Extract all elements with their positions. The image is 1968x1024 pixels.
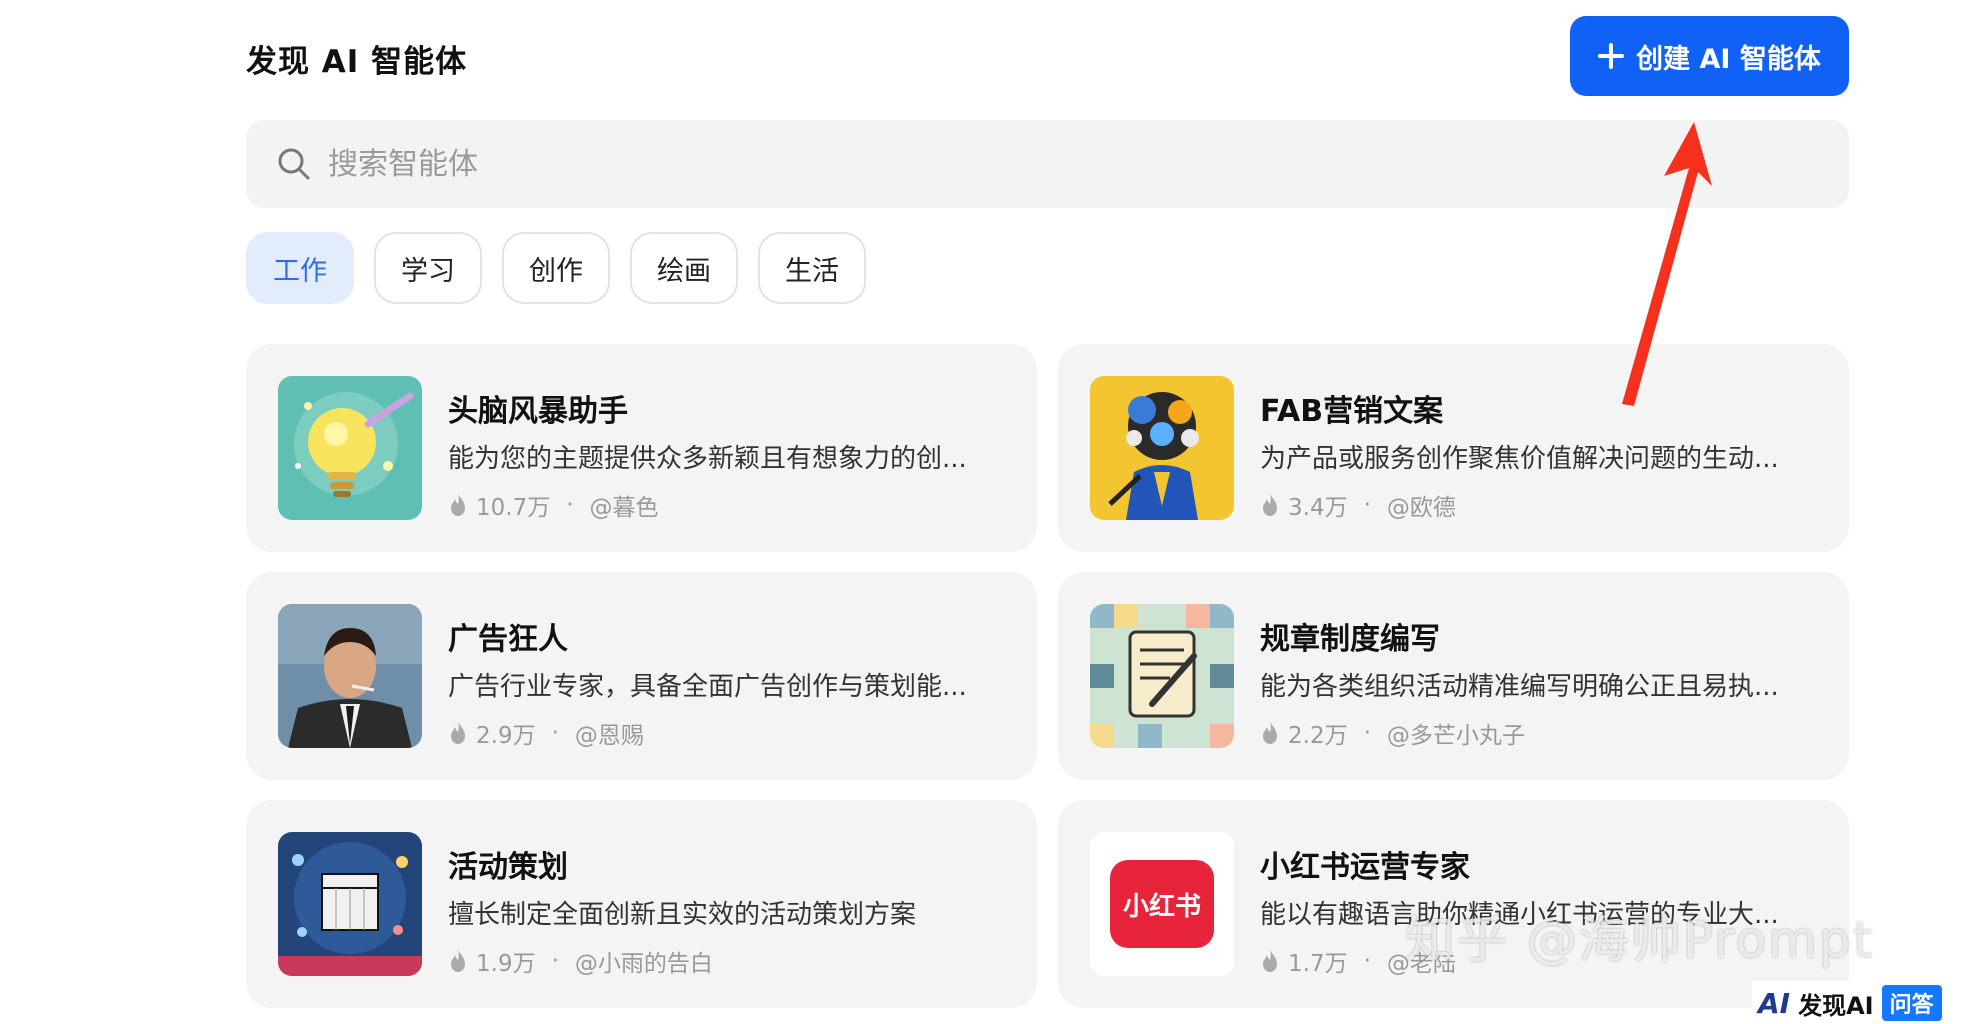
agent-description: 擅长制定全面创新且实效的活动策划方案 xyxy=(448,900,917,930)
author-link[interactable]: @恩赐 xyxy=(575,716,644,750)
agent-discovery-page: 发现 AI 智能体 创建 AI 智能体 工作 学习 创作 绘画 生活 xyxy=(0,0,1968,1024)
xiaohongshu-logo-text: 小红书 xyxy=(1122,891,1201,922)
usage-count: 2.2万 xyxy=(1288,723,1348,749)
qa-badge: 问答 xyxy=(1881,985,1942,1021)
agent-description: 广告行业专家，具备全面广告创作与策划能... xyxy=(448,672,967,702)
site-badge: AI 发现AI 问答 xyxy=(1752,981,1948,1024)
category-tabs: 工作 学习 创作 绘画 生活 xyxy=(246,232,866,304)
author-link[interactable]: @小雨的告白 xyxy=(575,944,713,978)
separator-dot: · xyxy=(551,720,559,746)
agent-description: 能为您的主题提供众多新颖且有想象力的创... xyxy=(448,444,967,474)
tab-work[interactable]: 工作 xyxy=(246,232,354,304)
agent-description: 能为各类组织活动精准编写明确公正且易执... xyxy=(1260,672,1779,702)
agent-meta: 3.4万 · @欧德 xyxy=(1260,488,1456,522)
agent-name: 小红书运营专家 xyxy=(1260,850,1470,885)
site-name: 发现AI xyxy=(1798,991,1874,1020)
agent-name: 规章制度编写 xyxy=(1260,622,1440,657)
agent-card[interactable]: 头脑风暴助手 能为您的主题提供众多新颖且有想象力的创... 10.7万 · @暮… xyxy=(246,344,1037,552)
agent-meta: 10.7万 · @暮色 xyxy=(448,488,659,522)
agent-name: 广告狂人 xyxy=(448,622,568,657)
separator-dot: · xyxy=(1363,948,1371,974)
fire-icon xyxy=(451,950,465,972)
xiaohongshu-logo-icon: 小红书 xyxy=(1090,832,1234,976)
agent-name: FAB营销文案 xyxy=(1260,394,1444,429)
fire-icon xyxy=(451,722,465,744)
fire-icon xyxy=(451,494,465,516)
agent-card[interactable]: 活动策划 擅长制定全面创新且实效的活动策划方案 1.9万 · @小雨的告白 xyxy=(246,800,1037,1008)
agent-description: 为产品或服务创作聚焦价值解决问题的生动... xyxy=(1260,444,1779,474)
tab-drawing[interactable]: 绘画 xyxy=(630,232,738,304)
separator-dot: · xyxy=(1363,492,1371,518)
lightbulb-icon xyxy=(278,376,422,520)
separator-dot: · xyxy=(551,948,559,974)
agent-name: 头脑风暴助手 xyxy=(448,394,628,429)
agent-card[interactable]: 广告狂人 广告行业专家，具备全面广告创作与策划能... 2.9万 · @恩赐 xyxy=(246,572,1037,780)
separator-dot: · xyxy=(1363,720,1371,746)
agent-card[interactable]: FAB营销文案 为产品或服务创作聚焦价值解决问题的生动... 3.4万 · @欧… xyxy=(1058,344,1849,552)
page-title: 发现 AI 智能体 xyxy=(246,44,468,80)
site-logo-icon: AI xyxy=(1758,986,1791,1020)
search-icon xyxy=(278,148,310,180)
usage-count: 1.7万 xyxy=(1288,951,1348,977)
agent-card[interactable]: 规章制度编写 能为各类组织活动精准编写明确公正且易执... 2.2万 · @多芒… xyxy=(1058,572,1849,780)
search-bar[interactable] xyxy=(246,120,1849,208)
separator-dot: · xyxy=(566,492,574,518)
watermark-text: 知乎 @海帅Prompt xyxy=(1405,911,1875,969)
usage-count: 3.4万 xyxy=(1288,495,1348,521)
tab-study[interactable]: 学习 xyxy=(374,232,482,304)
fire-icon xyxy=(1263,950,1277,972)
agent-name: 活动策划 xyxy=(448,850,568,885)
fire-icon xyxy=(1263,722,1277,744)
agent-meta: 2.9万 · @恩赐 xyxy=(448,716,644,750)
fire-icon xyxy=(1263,494,1277,516)
tab-create[interactable]: 创作 xyxy=(502,232,610,304)
usage-count: 2.9万 xyxy=(476,723,536,749)
search-input[interactable] xyxy=(326,145,1730,183)
planning-board-icon xyxy=(278,832,422,976)
author-link[interactable]: @多芒小丸子 xyxy=(1387,716,1525,750)
portrait-icon xyxy=(278,604,422,748)
agent-meta: 1.9万 · @小雨的告白 xyxy=(448,944,713,978)
document-pen-icon xyxy=(1090,604,1234,748)
gears-head-icon xyxy=(1090,376,1234,520)
author-link[interactable]: @暮色 xyxy=(590,488,659,522)
author-link[interactable]: @欧德 xyxy=(1387,488,1456,522)
usage-count: 1.9万 xyxy=(476,951,536,977)
tab-life[interactable]: 生活 xyxy=(758,232,866,304)
usage-count: 10.7万 xyxy=(476,495,551,521)
plus-icon xyxy=(1598,43,1625,69)
agent-meta: 2.2万 · @多芒小丸子 xyxy=(1260,716,1525,750)
xiaohongshu-logo: 小红书 xyxy=(1110,860,1214,948)
create-agent-label: 创建 AI 智能体 xyxy=(1636,43,1821,75)
create-agent-button[interactable]: 创建 AI 智能体 xyxy=(1570,16,1849,96)
